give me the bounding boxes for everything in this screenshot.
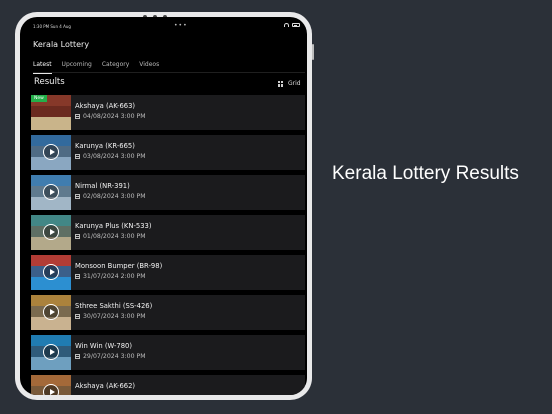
result-date-row: 29/07/2024 3:00 PM	[75, 353, 146, 360]
status-time: 1:30 PM Sun 4 Aug	[33, 24, 71, 29]
results-heading: Results	[34, 77, 65, 87]
status-bar: 1:30 PM Sun 4 Aug •••	[20, 17, 307, 31]
result-thumbnail	[31, 215, 71, 250]
result-date: 30/07/2024 3:00 PM	[83, 313, 146, 320]
result-thumbnail	[31, 375, 71, 395]
list-item[interactable]: New Akshaya (AK-663) 04/08/2024 3:00 PM	[31, 95, 305, 130]
grid-view-label: Grid	[288, 80, 301, 87]
play-icon[interactable]	[43, 304, 59, 320]
result-date-row: 01/08/2024 3:00 PM	[75, 233, 146, 240]
list-item[interactable]: Karunya Plus (KN-533) 01/08/2024 3:00 PM	[31, 215, 305, 250]
grid-icon	[278, 80, 284, 87]
result-title: Win Win (W-780)	[75, 342, 133, 350]
result-date-row: 31/07/2024 2:00 PM	[75, 273, 146, 280]
app-screen: 1:30 PM Sun 4 Aug ••• Kerala Lottery Lat…	[20, 17, 307, 395]
multitask-dots-icon: •••	[174, 22, 188, 29]
result-title: Monsoon Bumper (BR-98)	[75, 262, 163, 270]
calendar-icon	[75, 354, 80, 359]
calendar-icon	[75, 194, 80, 199]
result-date: 04/08/2024 3:00 PM	[83, 113, 146, 120]
play-icon[interactable]	[43, 184, 59, 200]
calendar-icon	[75, 314, 80, 319]
calendar-icon	[75, 114, 80, 119]
battery-icon	[292, 23, 300, 27]
new-badge: New	[31, 95, 47, 102]
play-icon[interactable]	[43, 264, 59, 280]
result-thumbnail	[31, 255, 71, 290]
app-title: Kerala Lottery	[33, 40, 90, 49]
result-title: Karunya Plus (KN-533)	[75, 222, 152, 230]
list-item[interactable]: Akshaya (AK-662)	[31, 375, 305, 395]
result-title: Sthree Sakthi (SS-426)	[75, 302, 153, 310]
side-button	[312, 44, 314, 60]
list-item[interactable]: Nirmal (NR-391) 02/08/2024 3:00 PM	[31, 175, 305, 210]
play-icon[interactable]	[43, 144, 59, 160]
result-date: 02/08/2024 3:00 PM	[83, 193, 146, 200]
result-date: 01/08/2024 3:00 PM	[83, 233, 146, 240]
list-item[interactable]: Win Win (W-780) 29/07/2024 3:00 PM	[31, 335, 305, 370]
promo-headline: Kerala Lottery Results	[332, 163, 519, 184]
result-thumbnail	[31, 175, 71, 210]
result-date-row: 03/08/2024 3:00 PM	[75, 153, 146, 160]
result-date: 29/07/2024 3:00 PM	[83, 353, 146, 360]
list-item[interactable]: Monsoon Bumper (BR-98) 31/07/2024 2:00 P…	[31, 255, 305, 290]
grid-view-button[interactable]: Grid	[278, 80, 301, 87]
result-thumbnail	[31, 135, 71, 170]
result-title: Akshaya (AK-663)	[75, 102, 136, 110]
result-date-row: 30/07/2024 3:00 PM	[75, 313, 146, 320]
list-item[interactable]: Karunya (KR-665) 03/08/2024 3:00 PM	[31, 135, 305, 170]
result-thumbnail	[31, 295, 71, 330]
calendar-icon	[75, 234, 80, 239]
result-date: 31/07/2024 2:00 PM	[83, 273, 146, 280]
result-title: Nirmal (NR-391)	[75, 182, 130, 190]
result-title: Akshaya (AK-662)	[75, 382, 136, 390]
list-item[interactable]: Sthree Sakthi (SS-426) 30/07/2024 3:00 P…	[31, 295, 305, 330]
result-title: Karunya (KR-665)	[75, 142, 135, 150]
calendar-icon	[75, 154, 80, 159]
tabs-divider	[33, 72, 305, 73]
play-icon[interactable]	[43, 224, 59, 240]
calendar-icon	[75, 274, 80, 279]
result-thumbnail: New	[31, 95, 71, 130]
result-date-row: 04/08/2024 3:00 PM	[75, 113, 146, 120]
wifi-icon	[284, 23, 289, 27]
play-icon[interactable]	[43, 344, 59, 360]
result-date-row: 02/08/2024 3:00 PM	[75, 193, 146, 200]
result-thumbnail	[31, 335, 71, 370]
result-date: 03/08/2024 3:00 PM	[83, 153, 146, 160]
tablet-device-frame: 1:30 PM Sun 4 Aug ••• Kerala Lottery Lat…	[15, 12, 314, 400]
play-icon[interactable]	[43, 384, 59, 395]
